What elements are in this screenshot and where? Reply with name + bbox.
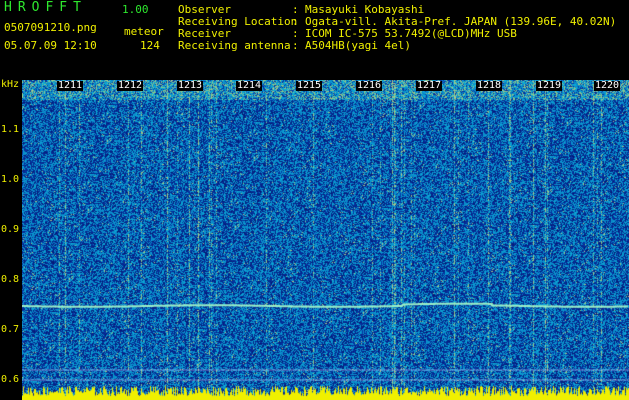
y-tick: 0.6 — [1, 374, 20, 385]
time-tick: 1218 — [476, 80, 503, 91]
antenna-colon: : — [292, 39, 299, 52]
time-tick: 1215 — [296, 80, 323, 91]
y-axis-unit: kHz — [1, 79, 20, 90]
y-tick: 1.0 — [1, 174, 20, 185]
time-tick: 1213 — [177, 80, 204, 91]
time-tick: 1214 — [236, 80, 263, 91]
time-tick: 1216 — [356, 80, 383, 91]
y-tick: 0.7 — [1, 324, 20, 335]
app-logo: HROFFT — [4, 0, 87, 15]
image-filename: 0507091210.png — [4, 21, 97, 34]
app-version: 1.00 — [122, 3, 149, 16]
time-tick: 1211 — [57, 80, 84, 91]
y-tick: 1.1 — [1, 124, 20, 135]
antenna-value: A504HB(yagi 4el) — [305, 39, 411, 52]
spectrogram-canvas — [22, 80, 629, 400]
time-tick: 1217 — [416, 80, 443, 91]
antenna-label: Receiving antenna — [178, 39, 291, 52]
header-panel: HROFFT 1.00 0507091210.png meteor 05.07.… — [0, 0, 629, 80]
mode-label: meteor — [124, 25, 164, 38]
time-tick: 1212 — [117, 80, 144, 91]
meteor-count: 124 — [140, 39, 160, 52]
frequency-axis: kHz 1.1 1.0 0.9 0.8 0.7 0.6 — [0, 80, 22, 400]
time-tick: 1220 — [594, 80, 621, 91]
time-tick: 1219 — [536, 80, 563, 91]
y-tick: 0.9 — [1, 224, 20, 235]
y-tick: 0.8 — [1, 274, 20, 285]
capture-datetime: 05.07.09 12:10 — [4, 39, 97, 52]
